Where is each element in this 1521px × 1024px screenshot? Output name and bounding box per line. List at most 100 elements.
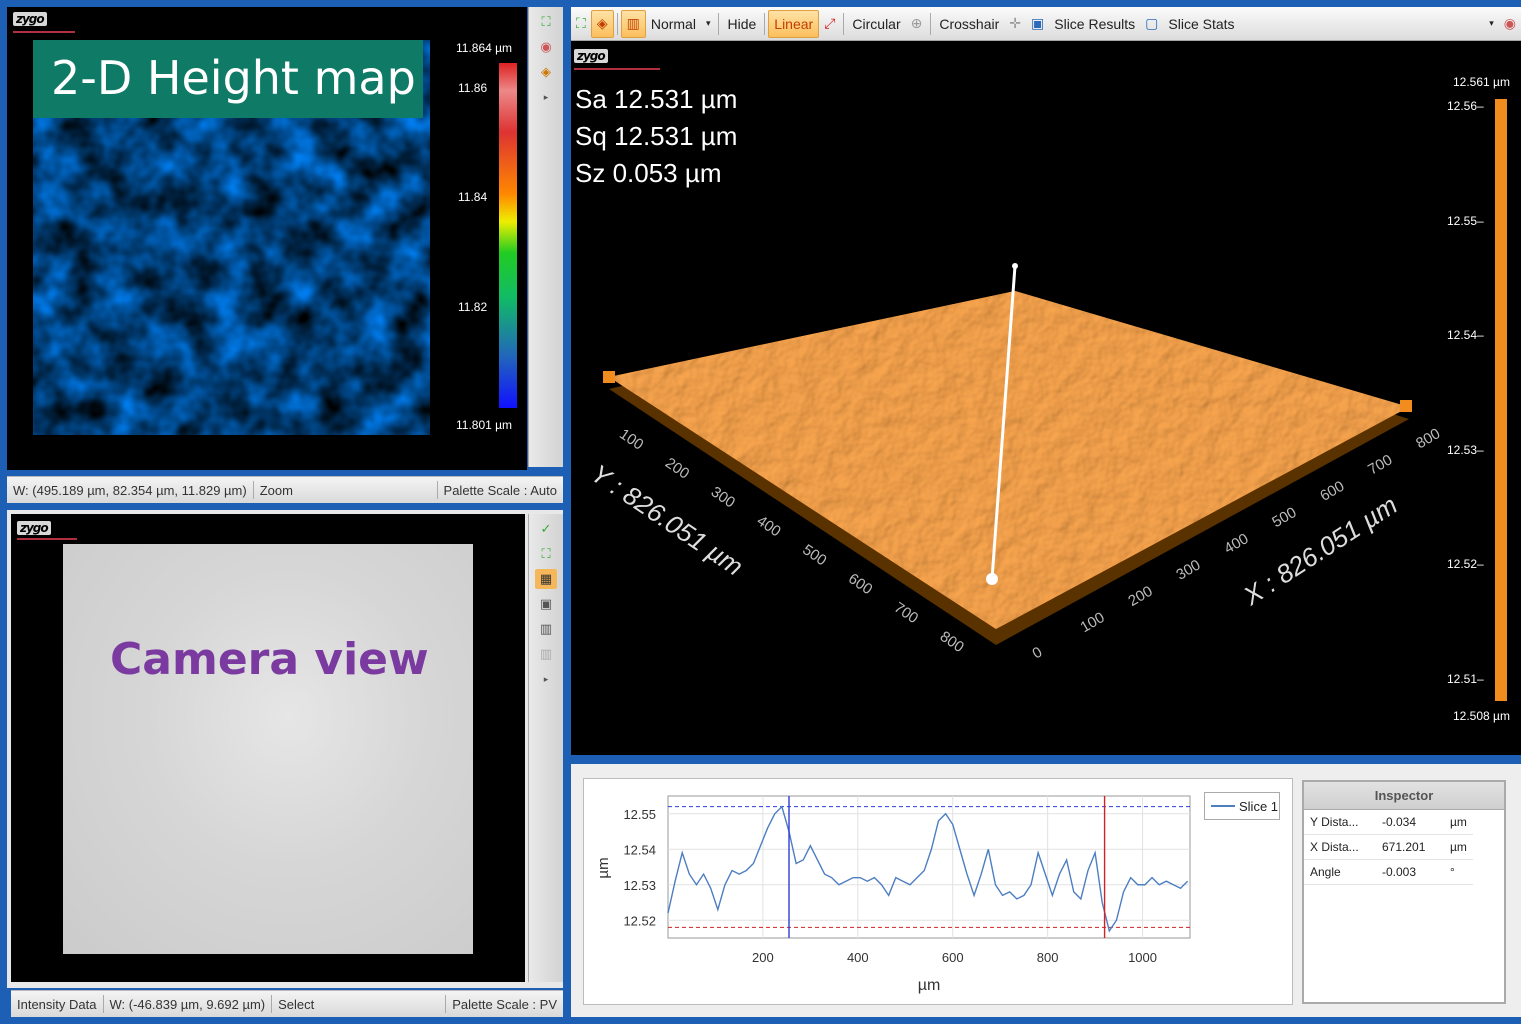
slice-results-button[interactable]: Slice Results [1049,11,1140,37]
corner-handle-left[interactable] [603,371,615,383]
slice-stats-button[interactable]: Slice Stats [1163,11,1239,37]
image-edit-icon[interactable]: ▣ [535,594,557,614]
view3d-toolbar: ⛶ ◈ ▥ Normal ▾ Hide Linear ⤢ Circular ⊕ … [571,7,1521,41]
inspector-title: Inspector [1304,782,1504,810]
inspector-panel: Inspector Y Dista... -0.034 µm X Dista... 67… [1302,780,1506,1004]
inspector-row: Angle -0.003 ° [1304,859,1473,885]
slice-results-icon[interactable]: ▣ [1026,11,1049,37]
inspector-table: Y Dista... -0.034 µm X Dista... 671.201 µm Ang… [1304,810,1473,885]
z-scale-top: 12.561 µm [1453,75,1510,89]
grid-icon[interactable]: ▦ [535,569,557,589]
z-tick: 12.55– [1447,213,1484,228]
camera-statusbar: Intensity Data W: (-46.839 µm, 9.692 µm)… [11,990,563,1017]
hide-button[interactable]: Hide [722,11,761,37]
corner-handle-right[interactable] [1400,400,1412,412]
x-axis-tick: 300 [1173,556,1203,583]
palette-icon[interactable]: ◉ [1499,11,1521,37]
x-axis-tick: 500 [1269,504,1299,531]
x-axis-tick: 600 [1317,478,1347,505]
height-tick: 11.82 [458,300,488,314]
linear-button[interactable]: Linear [768,9,820,38]
y-axis-tick: 700 [891,599,921,627]
circular-slice-icon[interactable]: ⊕ [906,11,928,37]
y-axis-tick: 800 [937,628,967,656]
y-axis-tick: 600 [845,570,875,598]
normal-button[interactable]: Normal [646,11,701,37]
y-axis-tick: 200 [662,454,692,482]
fit-view-icon[interactable]: ⛶ [535,544,557,564]
overflow-dropdown-icon[interactable]: ▾ [1484,11,1499,37]
zygo-logo: zygo [17,521,51,535]
camera-image[interactable] [63,544,473,954]
height-scale-bottom: 11.801 µm [456,418,513,432]
x-tick-label: 600 [942,950,964,965]
y-tick-label: 12.52 [623,913,656,928]
crosshair-button[interactable]: Crosshair [934,11,1004,37]
y-axis-tick: 400 [754,512,784,540]
surface-icon[interactable]: ◈ [590,9,614,38]
camera-source: Intensity Data [17,996,97,1012]
plot-area [667,795,1191,939]
surface-3d-plot[interactable]: 0 100 200 300 400 500 600 700 800 100 200 300 400 500… [571,41,1521,755]
view3d-panel: zygo Sa 12.531 µm Sq 12.531 µm Sz 0.053 µm… [571,41,1521,755]
height-map-palette-scale[interactable]: Palette Scale : Auto [438,483,563,498]
zygo-logo: zygo [13,12,47,26]
height-map-coords: W: (495.189 µm, 82.354 µm, 11.829 µm) [13,482,247,498]
z-tick: 12.52– [1447,557,1484,571]
fit-view-icon[interactable]: ⛶ [571,11,591,37]
slice-stats-icon[interactable]: ▢ [1140,11,1163,37]
circular-button[interactable]: Circular [847,11,905,37]
x-tick-label: 400 [847,950,869,965]
camera-view-title: Camera view [110,634,429,685]
x-axis-tick: 200 [1125,583,1155,610]
legend-swatch [1211,805,1235,807]
x-axis-label: X : 826.051 µm [1237,490,1403,612]
linear-slice-icon[interactable]: ⤢ [819,11,840,37]
slice-profile-chart[interactable]: µm µm 12.52 12.53 12.54 12.55 200 400 600 800 10… [583,778,1291,1003]
inspector-row: Y Dista... -0.034 µm [1304,810,1473,835]
height-map-statusbar: W: (495.189 µm, 82.354 µm, 11.829 µm) Zo… [7,476,563,503]
x-tick-label: 800 [1037,950,1059,965]
slice-start-handle[interactable] [986,573,998,585]
crosshair-icon[interactable]: ✛ [1004,11,1026,37]
height-map-panel: zygo 2-D Height map 11.864 µm 11.801 µm … [7,7,527,470]
slice-end-handle[interactable] [1012,263,1018,269]
check-icon[interactable]: ✓ [535,519,557,539]
y-tick-label: 12.54 [623,842,656,857]
expand-icon[interactable]: ▸ [535,87,557,107]
camera-palette-scale[interactable]: Palette Scale : PV [446,997,563,1012]
normal-dropdown-icon[interactable]: ▾ [701,11,716,37]
y-tick-label: 12.53 [623,878,656,893]
legend-box: Slice 1 [1204,792,1280,820]
profile-x-axis-label: µm [918,977,941,994]
y-axis-tick: 300 [708,483,738,511]
x-axis-tick: 700 [1365,451,1395,478]
z-tick: 12.54– [1447,328,1484,342]
legend-label: Slice 1 [1239,798,1279,814]
z-scale-bottom: 12.508 µm [1453,709,1510,723]
y-tick-label: 12.55 [623,807,656,822]
camera-coords: W: (-46.839 µm, 9.692 µm) [109,996,266,1012]
y-axis-label: Y : 826.051 µm [586,458,749,582]
logo-underline [13,31,75,33]
columns-disabled-icon[interactable]: ▥ [535,644,557,664]
x-tick-label: 1000 [1128,950,1157,965]
logo-underline [17,538,77,540]
camera-view-panel: zygo Camera view [11,514,525,982]
z-tick: 12.51– [1447,671,1484,686]
z-tick: 12.56– [1447,99,1484,113]
expand-icon[interactable]: ▸ [535,669,557,689]
columns-icon[interactable]: ▥ [620,9,646,38]
x-tick-label: 200 [752,950,774,965]
camera-mode[interactable]: Select [272,997,320,1012]
palette-icon[interactable]: ◉ [535,37,557,57]
inspector-row: X Dista... 671.201 µm [1304,834,1473,860]
profile-y-axis-label: µm [595,857,612,878]
y-axis-tick: 500 [799,541,829,569]
fit-view-icon[interactable]: ⛶ [535,12,557,32]
layers-icon[interactable]: ◈ [535,62,557,82]
columns-icon[interactable]: ▥ [535,619,557,639]
height-color-bar [499,63,517,408]
height-map-mode[interactable]: Zoom [254,483,299,498]
height-tick: 11.86 [458,81,488,95]
